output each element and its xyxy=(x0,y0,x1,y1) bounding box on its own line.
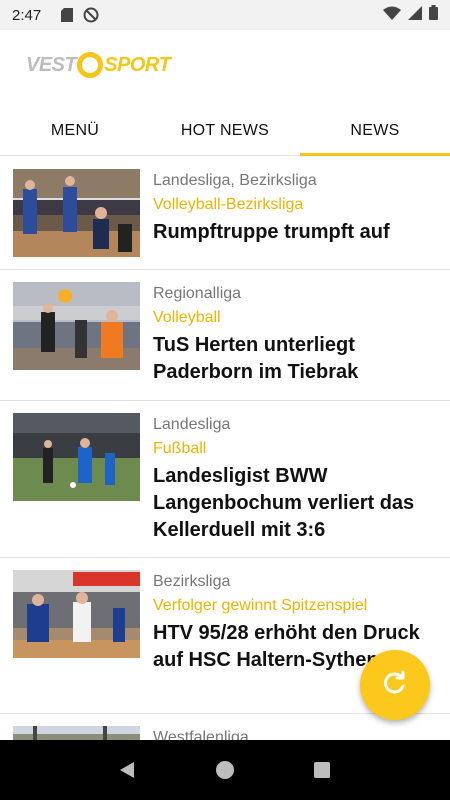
home-button[interactable] xyxy=(205,750,245,790)
article-category: Verfolger gewinnt Spitzenspiel xyxy=(153,597,368,614)
article-league: Landesliga, Bezirksliga xyxy=(153,172,317,189)
home-icon xyxy=(215,761,234,779)
brand-logo-ring xyxy=(77,52,104,78)
news-item[interactable]: Landesliga, Bezirksliga Volleyball-Bezir… xyxy=(0,157,450,270)
article-category: Volleyball xyxy=(153,309,221,326)
refresh-button[interactable] xyxy=(360,650,430,720)
cellular-signal-icon xyxy=(408,5,422,25)
article-league: Westfalenliga xyxy=(153,729,249,740)
article-thumbnail xyxy=(13,570,140,658)
tab-hot-news[interactable]: HOT NEWS xyxy=(150,106,300,155)
article-thumbnail xyxy=(13,282,140,370)
back-button[interactable] xyxy=(108,750,148,790)
article-thumbnail xyxy=(13,726,140,740)
article-category: Fußball xyxy=(153,440,207,457)
news-item[interactable]: Landesliga Fußball Landesligist BWW Lang… xyxy=(0,401,450,558)
system-navigation-bar xyxy=(0,740,450,800)
article-headline[interactable]: Landesligist BWW Langenbochum verliert d… xyxy=(153,463,440,544)
brand-logo-part2: SPORT xyxy=(104,53,171,76)
article-text: Westfalenliga xyxy=(153,726,440,740)
status-time: 2:47 xyxy=(12,6,42,24)
article-thumbnail xyxy=(13,413,140,501)
recents-button[interactable] xyxy=(302,750,342,790)
app-bar: VEST SPORT xyxy=(0,30,450,106)
article-headline[interactable]: Rumpftruppe trumpft auf xyxy=(153,219,440,246)
brand-logo-part1: VEST xyxy=(26,53,77,76)
article-league: Landesliga xyxy=(153,416,231,433)
do-not-disturb-icon xyxy=(82,6,100,24)
article-league: Bezirksliga xyxy=(153,573,231,590)
article-league: Regionalliga xyxy=(153,285,242,302)
battery-icon xyxy=(429,5,438,25)
sd-card-icon xyxy=(58,6,76,24)
article-category: Volleyball-Bezirksliga xyxy=(153,196,304,213)
refresh-icon xyxy=(382,670,408,701)
article-text: Landesliga, Bezirksliga Volleyball-Bezir… xyxy=(153,169,440,246)
back-icon xyxy=(120,762,135,778)
recents-icon xyxy=(313,762,330,778)
tab-bar: MENÜ HOT NEWS NEWS xyxy=(0,106,450,156)
news-item[interactable]: Regionalliga Volleyball TuS Herten unter… xyxy=(0,270,450,401)
wifi-icon xyxy=(383,6,401,25)
status-bar: 2:47 xyxy=(0,0,450,30)
tab-menu[interactable]: MENÜ xyxy=(0,106,150,155)
brand-logo[interactable]: VEST SPORT xyxy=(26,52,171,78)
article-text: Landesliga Fußball Landesligist BWW Lang… xyxy=(153,413,440,544)
article-headline[interactable]: TuS Herten unterliegt Paderborn im Tiebr… xyxy=(153,332,440,386)
article-thumbnail xyxy=(13,169,140,257)
article-text: Regionalliga Volleyball TuS Herten unter… xyxy=(153,282,440,386)
tab-news[interactable]: NEWS xyxy=(300,106,450,156)
